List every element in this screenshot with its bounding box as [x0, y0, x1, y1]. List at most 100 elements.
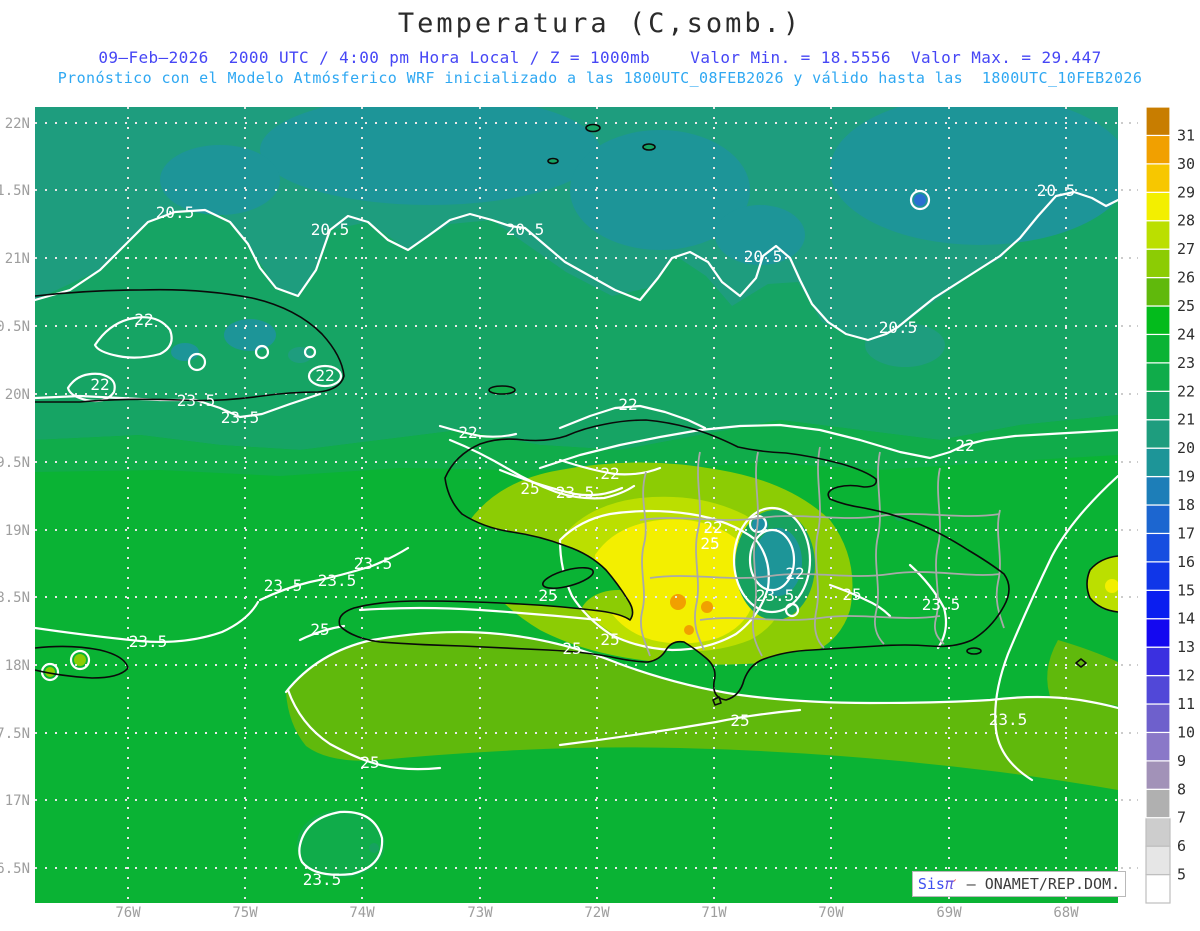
contour-label: 23.5 — [556, 483, 595, 502]
page-title: Temperatura (C,somb.) — [397, 8, 803, 39]
contour-label: 25 — [360, 753, 379, 772]
gridline-edge-ticks — [1121, 122, 1138, 869]
contour-label: 23.5 — [354, 554, 393, 573]
colorbar-cell — [1145, 504, 1171, 535]
lon-axis-label: 72W — [584, 905, 610, 921]
colorbar-tick-label: 28 — [1177, 212, 1195, 230]
contour-label: 22 — [90, 375, 109, 394]
colorbar-cell — [1145, 362, 1171, 392]
contour-label: 20.5 — [156, 203, 195, 222]
colorbar-tick-label: 10 — [1177, 723, 1195, 741]
contour-label: 23.5 — [922, 595, 961, 614]
contour-label: 23.5 — [756, 586, 795, 605]
contour-label: 20.5 — [311, 220, 350, 239]
colorbar-cell — [1145, 276, 1171, 307]
colorbar-tick-label: 5 — [1177, 866, 1186, 884]
contour-label: 23.5 — [318, 571, 357, 590]
lon-axis-label: 75W — [232, 905, 258, 921]
colorbar-cell — [1145, 191, 1171, 222]
colorbar-tick-label: 27 — [1177, 240, 1195, 258]
colorbar-tick-label: 19 — [1177, 468, 1195, 486]
lat-axis-label: 7.5N — [0, 726, 30, 742]
subtitle-line2: Pronóstico con el Modelo Atmósferico WRF… — [57, 69, 1143, 87]
colorbar-tick-label: 29 — [1177, 183, 1195, 201]
weather-map: 20.520.5 20.520.520.520.5222223.523.52222… — [0, 106, 1195, 921]
subtitle-line1: 09—Feb—2026 2000 UTC / 4:00 pm Hora Loca… — [98, 48, 1102, 67]
colorbar-tick-label: 21 — [1177, 411, 1195, 429]
colorbar-cell — [1145, 618, 1171, 648]
colorbar-cell — [1145, 845, 1171, 876]
colorbar-tick-label: 24 — [1177, 325, 1195, 343]
colorbar-tick-label: 15 — [1177, 581, 1195, 599]
contour-label: 22 — [600, 464, 619, 483]
contour-label: 25 — [538, 586, 557, 605]
colorbar-cell — [1145, 817, 1171, 847]
lon-axis-label: 76W — [115, 905, 141, 921]
lon-axis-label: 68W — [1053, 905, 1079, 921]
colorbar-cell — [1145, 447, 1171, 478]
colorbar-cell — [1145, 419, 1171, 449]
lat-axis-label: 17N — [5, 793, 30, 809]
colorbar-cell — [1145, 333, 1171, 364]
colorbar-cell — [1145, 305, 1171, 336]
contour-label: 22 — [955, 436, 974, 455]
contour-label: 23.5 — [129, 632, 168, 651]
colorbar-cell — [1145, 561, 1171, 591]
credit-org: ONAMET/REP.DOM. — [984, 875, 1121, 893]
colorbar-cell — [1145, 760, 1171, 790]
contour-label: 23.5 — [177, 391, 216, 410]
credit-sis: Sis — [917, 875, 945, 893]
colorbar-cell — [1145, 134, 1171, 165]
contour-label: 25 — [520, 479, 539, 498]
lat-axis-label: 9.5N — [0, 455, 30, 471]
contour-label: 25 — [700, 534, 719, 553]
colorbar-cell — [1145, 532, 1171, 563]
colorbar-tick-label: 12 — [1177, 667, 1195, 685]
colorbar-cell — [1145, 475, 1171, 506]
contour-label: 25 — [310, 620, 329, 639]
colorbar-cell — [1145, 873, 1171, 904]
colorbar-tick-label: 6 — [1177, 837, 1186, 855]
lon-axis-label: 73W — [467, 905, 493, 921]
colorbar-tick-label: 8 — [1177, 780, 1186, 798]
lat-axis-label: 19N — [5, 523, 30, 539]
colorbar-cell — [1145, 248, 1171, 279]
contour-label: 23.5 — [303, 870, 342, 889]
colorbar-tick-label: 22 — [1177, 382, 1195, 400]
contour-label: 22 — [315, 366, 334, 385]
lat-axis-label: 1.5N — [0, 183, 30, 199]
colorbar-tick-label: 11 — [1177, 695, 1195, 713]
colorbar-cell — [1145, 589, 1171, 620]
lon-axis-label: 70W — [818, 905, 844, 921]
contour-label: 22 — [785, 564, 804, 583]
contour-label: 25 — [842, 585, 861, 604]
lat-axis-label: 6.5N — [0, 861, 30, 877]
colorbar-cell — [1145, 674, 1171, 705]
credit-accent: ´ — [950, 877, 958, 891]
colorbar-tick-label: 30 — [1177, 155, 1195, 173]
contour-label: 23.5 — [989, 710, 1028, 729]
lat-axis-label: 22N — [5, 116, 30, 132]
contour-label: 22 — [134, 310, 153, 329]
colorbar-cell — [1145, 788, 1171, 819]
colorbar-cell — [1145, 390, 1171, 421]
lat-axis-label: 20N — [5, 387, 30, 403]
colorbar-cell — [1145, 731, 1171, 762]
lon-axis-label: 69W — [936, 905, 962, 921]
colorbar-tick-label: 31 — [1177, 126, 1195, 144]
colorbar-tick-label: 17 — [1177, 524, 1195, 542]
lat-axis-label: 21N — [5, 251, 30, 267]
contour-label: 22 — [458, 423, 477, 442]
colorbar-tick-label: 18 — [1177, 496, 1195, 514]
colorbar-tick-label: 16 — [1177, 553, 1195, 571]
colorbar-tick-label: 20 — [1177, 439, 1195, 457]
colorbar-tick-label: 9 — [1177, 752, 1186, 770]
colorbar-tick-label: 23 — [1177, 354, 1195, 372]
colorbar-tick-label: 14 — [1177, 610, 1195, 628]
colorbar-cell — [1145, 703, 1171, 734]
colorbar-cell — [1145, 163, 1171, 193]
contour-label: 25 — [600, 630, 619, 649]
colorbar-tick-label: 26 — [1177, 269, 1195, 287]
colorbar: 5 6 7 8 9 10 11 12 13 14 15 16 17 18 19 20 21 22 23 24 25 26 2… — [1145, 106, 1195, 904]
colorbar-tick-label: 25 — [1177, 297, 1195, 315]
